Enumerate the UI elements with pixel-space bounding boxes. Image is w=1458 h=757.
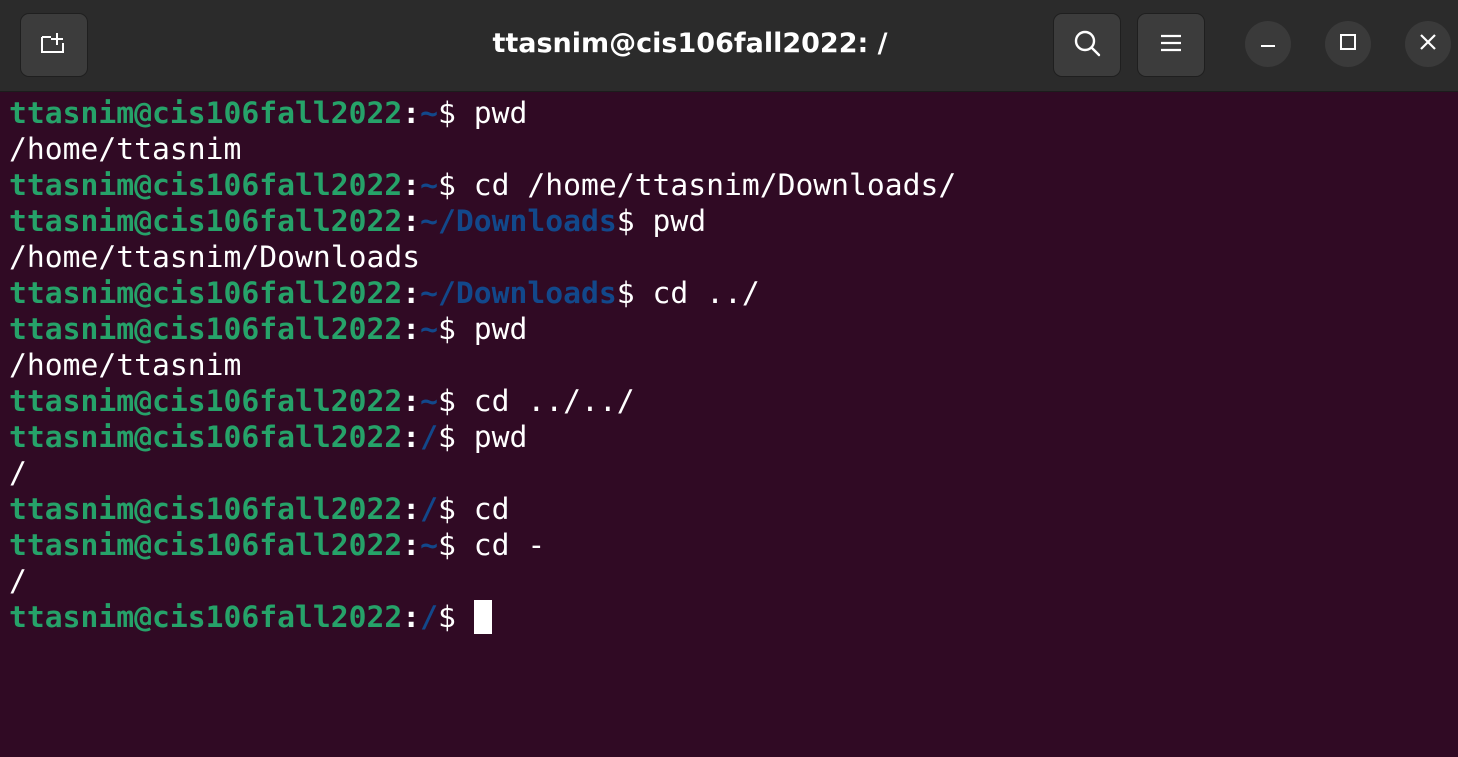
prompt-user: ttasnim@cis106fall2022 <box>9 204 403 239</box>
command-text: pwd <box>455 312 528 347</box>
search-button[interactable] <box>1053 13 1121 77</box>
prompt-symbol: $ <box>616 276 635 311</box>
prompt-line: ttasnim@cis106fall2022:/$ pwd <box>9 420 1458 456</box>
prompt-user: ttasnim@cis106fall2022 <box>9 600 403 635</box>
output-line: /home/ttasnim <box>9 132 242 167</box>
prompt-path: ~/Downloads <box>420 204 617 239</box>
output-line: /home/ttasnim/Downloads <box>9 240 421 275</box>
prompt-path: ~ <box>420 384 438 419</box>
prompt-user: ttasnim@cis106fall2022 <box>9 168 403 203</box>
prompt-line: ttasnim@cis106fall2022:~$ cd - <box>9 528 1458 564</box>
minimize-button[interactable] <box>1245 21 1291 67</box>
close-button[interactable] <box>1405 21 1451 67</box>
terminal-output[interactable]: ttasnim@cis106fall2022:~$ pwd/home/ttasn… <box>0 94 1458 757</box>
prompt-symbol: $ <box>437 600 456 635</box>
prompt-symbol: $ <box>437 420 456 455</box>
hamburger-menu-icon <box>1159 33 1183 58</box>
prompt-user: ttasnim@cis106fall2022 <box>9 96 403 131</box>
output-line: / <box>9 564 27 599</box>
maximize-icon <box>1339 33 1357 56</box>
command-text: cd ../../ <box>455 384 635 419</box>
prompt-symbol: $ <box>437 384 456 419</box>
prompt-path: ~ <box>420 96 438 131</box>
prompt-line: ttasnim@cis106fall2022:/$ cd <box>9 492 1458 528</box>
maximize-button[interactable] <box>1325 21 1371 67</box>
prompt-line: ttasnim@cis106fall2022:~$ pwd <box>9 312 1458 348</box>
prompt-symbol: $ <box>616 204 635 239</box>
text-cursor <box>473 599 492 634</box>
prompt-separator: : <box>402 420 421 455</box>
prompt-line: ttasnim@cis106fall2022:/$ <box>9 599 1458 636</box>
new-tab-button[interactable] <box>20 13 88 77</box>
command-text: cd ../ <box>634 276 760 311</box>
close-icon <box>1419 33 1437 56</box>
prompt-user: ttasnim@cis106fall2022 <box>9 276 403 311</box>
prompt-user: ttasnim@cis106fall2022 <box>9 492 403 527</box>
prompt-line: ttasnim@cis106fall2022:~$ cd ../../ <box>9 384 1458 420</box>
command-text: pwd <box>634 204 707 239</box>
command-text: cd <box>455 492 510 527</box>
command-text: cd /home/ttasnim/Downloads/ <box>455 168 957 203</box>
prompt-line: ttasnim@cis106fall2022:~/Downloads$ pwd <box>9 204 1458 240</box>
prompt-separator: : <box>402 168 421 203</box>
prompt-separator: : <box>402 276 421 311</box>
title-bar[interactable]: ttasnim@cis106fall2022: / <box>0 0 1458 92</box>
window-title: ttasnim@cis106fall2022: / <box>492 28 888 59</box>
prompt-separator: : <box>402 96 421 131</box>
prompt-separator: : <box>402 528 421 563</box>
prompt-separator: : <box>402 204 421 239</box>
prompt-user: ttasnim@cis106fall2022 <box>9 420 403 455</box>
prompt-separator: : <box>402 384 421 419</box>
new-tab-icon <box>39 31 69 60</box>
search-icon <box>1072 28 1102 63</box>
prompt-symbol: $ <box>437 312 456 347</box>
menu-button[interactable] <box>1137 13 1205 77</box>
command-text <box>456 600 474 635</box>
command-text: pwd <box>455 96 528 131</box>
prompt-path: ~ <box>420 312 438 347</box>
minimize-icon <box>1259 33 1277 56</box>
prompt-separator: : <box>402 492 421 527</box>
command-text: cd - <box>455 528 546 563</box>
prompt-user: ttasnim@cis106fall2022 <box>9 528 403 563</box>
prompt-symbol: $ <box>437 528 456 563</box>
output-line: / <box>9 456 27 491</box>
prompt-user: ttasnim@cis106fall2022 <box>9 312 403 347</box>
terminal-window: ttasnim@cis106fall2022: / ttasnim@cis106… <box>0 0 1458 757</box>
prompt-path: ~ <box>420 168 438 203</box>
prompt-path: ~ <box>420 528 438 563</box>
output-line: /home/ttasnim <box>9 348 242 383</box>
prompt-symbol: $ <box>437 168 456 203</box>
prompt-symbol: $ <box>437 96 456 131</box>
prompt-line: ttasnim@cis106fall2022:~$ cd /home/ttasn… <box>9 168 1458 204</box>
prompt-separator: : <box>402 600 421 635</box>
command-text: pwd <box>455 420 528 455</box>
prompt-separator: : <box>402 312 421 347</box>
prompt-line: ttasnim@cis106fall2022:~/Downloads$ cd .… <box>9 276 1458 312</box>
prompt-path: / <box>420 492 438 527</box>
prompt-path: / <box>420 600 438 635</box>
prompt-user: ttasnim@cis106fall2022 <box>9 384 403 419</box>
prompt-line: ttasnim@cis106fall2022:~$ pwd <box>9 96 1458 132</box>
prompt-path: ~/Downloads <box>420 276 617 311</box>
prompt-symbol: $ <box>437 492 456 527</box>
prompt-path: / <box>420 420 438 455</box>
